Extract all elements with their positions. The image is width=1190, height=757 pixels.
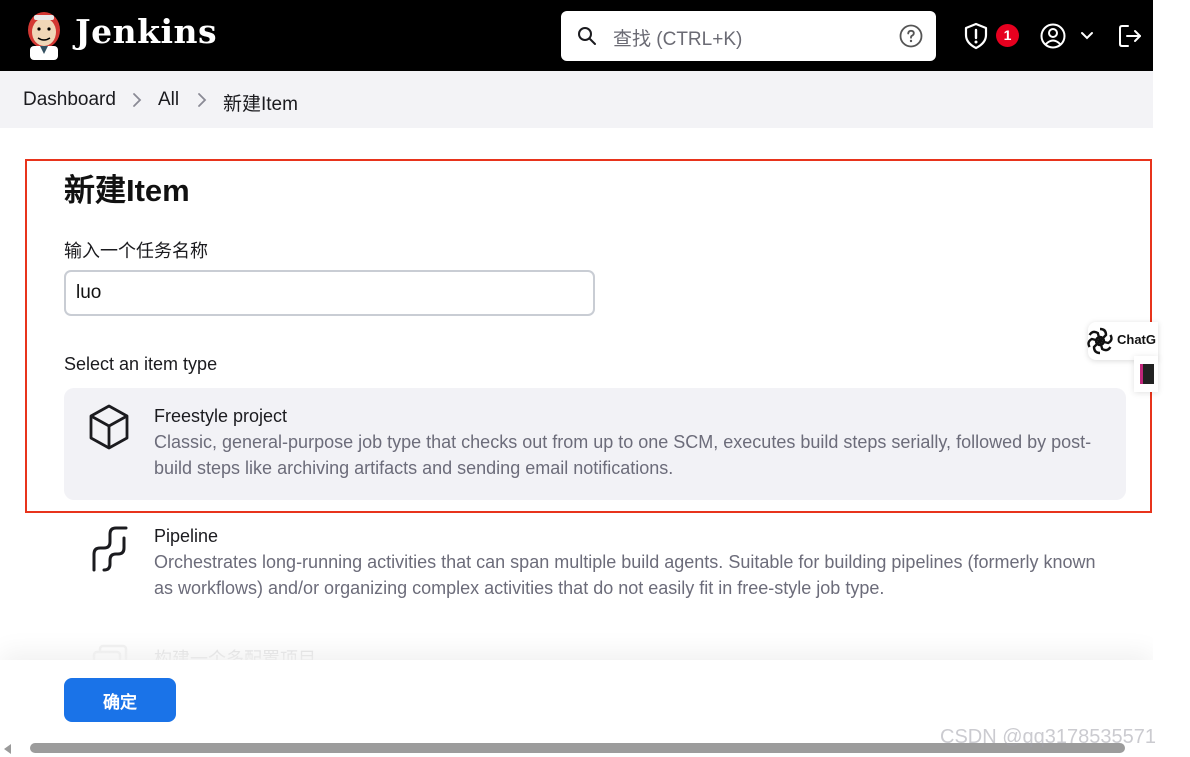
jenkins-app: Jenkins 查找 (CTRL+K) 1 Dashboard All 新建It… bbox=[0, 0, 1153, 757]
item-type-description: Orchestrates long-running activities tha… bbox=[154, 552, 1096, 598]
logout-icon[interactable] bbox=[1117, 23, 1143, 49]
help-icon[interactable] bbox=[899, 24, 923, 48]
jenkins-logo-icon[interactable] bbox=[22, 10, 66, 62]
item-name-input[interactable] bbox=[64, 270, 595, 316]
search-input[interactable]: 查找 (CTRL+K) bbox=[613, 24, 742, 51]
chevron-right-icon bbox=[133, 93, 142, 107]
chevron-right-icon bbox=[198, 93, 207, 107]
chatgpt-extension-widget[interactable]: ChatG bbox=[1087, 322, 1158, 360]
chatgpt-label: ChatG bbox=[1117, 332, 1156, 347]
cube-icon bbox=[89, 404, 129, 450]
scroll-left-arrow-icon[interactable] bbox=[4, 744, 11, 754]
extension-icon bbox=[1140, 364, 1154, 384]
watermark: CSDN @qq3178535571 bbox=[940, 726, 1157, 748]
chatgpt-logo-icon bbox=[1087, 327, 1113, 355]
search-icon bbox=[578, 27, 596, 45]
item-type-title: Pipeline bbox=[154, 526, 219, 546]
chevron-down-icon[interactable] bbox=[1080, 30, 1094, 42]
pipeline-icon bbox=[92, 526, 128, 572]
user-avatar-icon[interactable] bbox=[1040, 23, 1066, 49]
security-shield-icon[interactable] bbox=[962, 22, 990, 50]
item-type-freestyle[interactable]: Freestyle project Classic, general-purpo… bbox=[64, 388, 1126, 500]
page-title: 新建Item bbox=[64, 173, 190, 208]
ok-button[interactable]: 确定 bbox=[64, 678, 176, 722]
notification-badge[interactable]: 1 bbox=[996, 24, 1019, 47]
item-type-description: Classic, general-purpose job type that c… bbox=[154, 432, 1092, 478]
app-name[interactable]: Jenkins bbox=[75, 12, 217, 51]
item-type-label: Select an item type bbox=[64, 354, 218, 374]
breadcrumb-dashboard[interactable]: Dashboard bbox=[23, 89, 116, 111]
search-box[interactable]: 查找 (CTRL+K) bbox=[561, 11, 936, 61]
breadcrumb-new-item[interactable]: 新建Item bbox=[223, 89, 298, 116]
item-type-title: Freestyle project bbox=[154, 406, 288, 426]
extension-widget-secondary[interactable] bbox=[1134, 356, 1158, 392]
top-header: Jenkins 查找 (CTRL+K) 1 bbox=[0, 0, 1153, 71]
breadcrumb-all[interactable]: All bbox=[158, 89, 179, 111]
item-name-label: 输入一个任务名称 bbox=[64, 241, 208, 261]
item-type-pipeline[interactable]: Pipeline Orchestrates long-running activ… bbox=[64, 508, 1126, 620]
